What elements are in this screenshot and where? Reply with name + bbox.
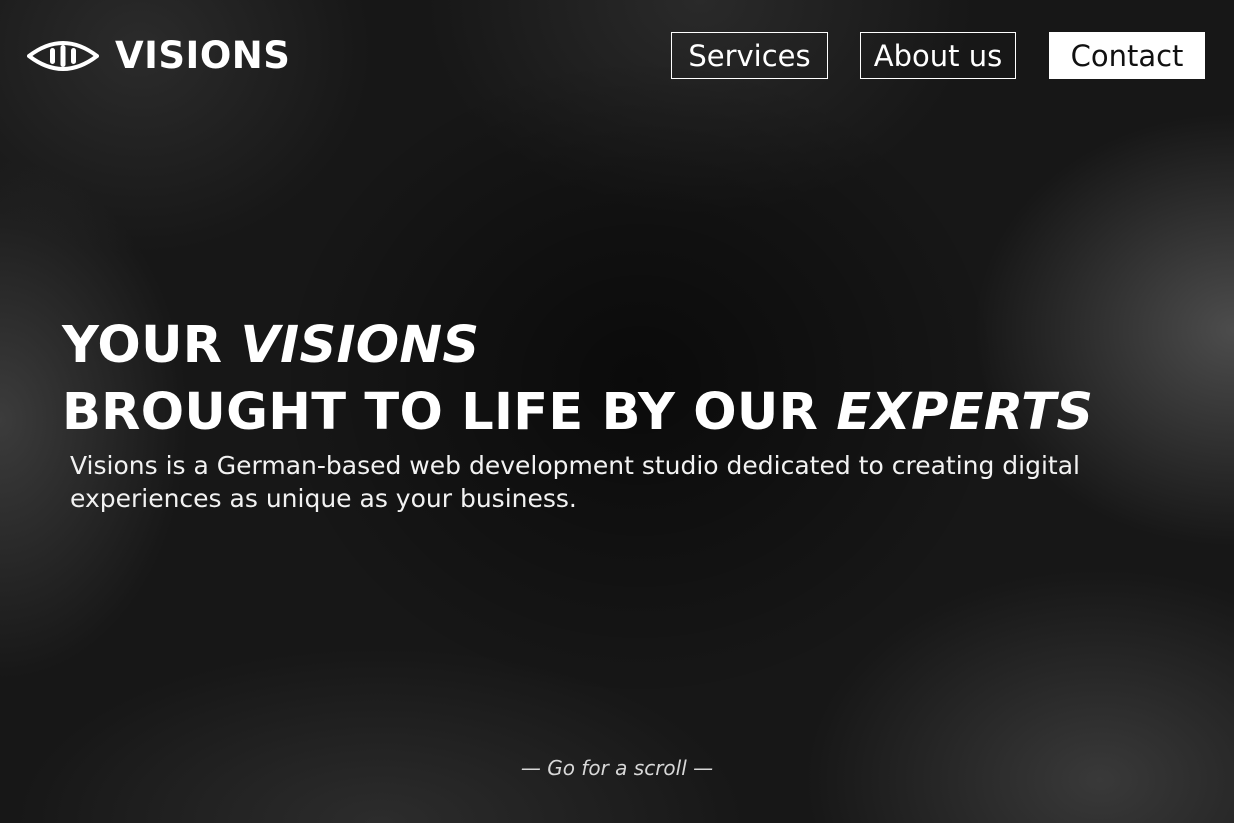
headline-line-2-emphasis: EXPERTS [836, 383, 1094, 442]
headline-line-1: YOUR VISIONS [62, 316, 479, 375]
nav-about-button[interactable]: About us [860, 32, 1016, 79]
nav-contact-button[interactable]: Contact [1049, 32, 1205, 79]
hero-headline: YOUR VISIONS BROUGHT TO LIFE BY OUR EXPE… [62, 312, 1093, 446]
scroll-hint[interactable]: — Go for a scroll — [0, 756, 1234, 780]
hero-description: Visions is a German-based web developmen… [70, 451, 1080, 513]
headline-line-2-text: BROUGHT TO LIFE BY OUR [62, 383, 837, 442]
headline-line-1-text: YOUR [62, 316, 241, 375]
headline-line-1-emphasis: VISIONS [240, 316, 480, 375]
main-nav: Services About us Contact [0, 32, 1234, 79]
nav-services-button[interactable]: Services [671, 32, 828, 79]
headline-line-2: BROUGHT TO LIFE BY OUR EXPERTS [62, 383, 1093, 442]
